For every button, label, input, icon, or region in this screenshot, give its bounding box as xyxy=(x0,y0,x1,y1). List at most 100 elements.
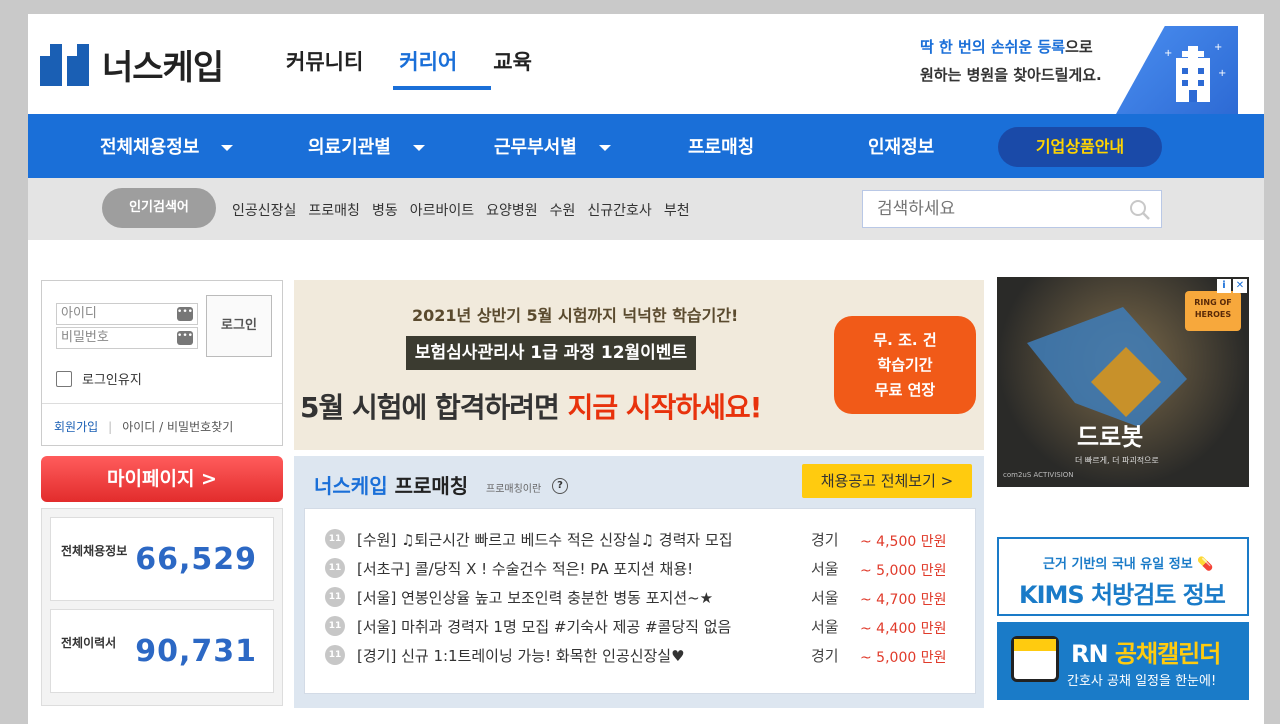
popular-keyword[interactable]: 수원 xyxy=(550,200,576,220)
kims-line1: 근거 기반의 국내 유일 정보 💊 xyxy=(1043,557,1214,572)
login-button[interactable]: 로그인 xyxy=(206,295,272,357)
promatching-info-link[interactable]: 프로매칭이란 xyxy=(486,480,541,495)
course-ad-banner[interactable]: 2021년 상반기 5월 시험까지 넉넉한 학습기간! 보험심사관리사 1급 과… xyxy=(294,280,984,450)
nav-talent[interactable]: 인재정보 xyxy=(868,114,934,178)
keyboard-icon[interactable]: ••• xyxy=(177,331,193,345)
logo-badge-icon: 11 xyxy=(325,587,345,607)
ad-line1: 2021년 상반기 5월 시험까지 넉넉한 학습기간! xyxy=(412,306,739,325)
chevron-down-icon xyxy=(412,145,425,151)
password-field[interactable]: 비밀번호 ••• xyxy=(56,327,198,349)
stat-value: 90,731 xyxy=(135,634,257,669)
ad-info-icon[interactable]: i xyxy=(1217,279,1231,293)
svg-text:+: + xyxy=(1214,42,1222,53)
mypage-button[interactable]: 마이페이지 > xyxy=(41,456,283,502)
logo-text: 너스케입 xyxy=(102,48,224,88)
ad-line3: 5월 시험에 합격하려면 지금 시작하세요! xyxy=(300,391,762,424)
job-row[interactable]: 11 [경기] 신규 1:1트레이닝 가능! 화목한 인공신장실♥ 경기 ~ 5… xyxy=(305,643,975,672)
popular-keywords-list: 인공신장실 프로매칭 병동 아르바이트 요양병원 수원 신규간호사 부천 xyxy=(232,200,702,220)
logo-badge-icon: 11 xyxy=(325,616,345,636)
job-salary: ~ 5,000 만원 xyxy=(860,563,947,579)
kims-line2: KIMS 처방검토 정보 xyxy=(1019,581,1226,609)
main-nav: 전체채용정보 의료기관별 근무부서별 프로매칭 인재정보 기업상품안내 xyxy=(28,114,1264,178)
calendar-icon xyxy=(1011,636,1059,682)
stat-label: 전체이력서 xyxy=(61,636,117,650)
tab-community[interactable]: 커뮤니티 xyxy=(268,44,381,90)
banner-line2: 원하는 병원을 찾아드릴게요. xyxy=(920,66,1102,84)
search-box xyxy=(862,190,1162,228)
job-title[interactable]: [서초구] 콜/당직 X ! 수술건수 적은! PA 포지션 채용! xyxy=(357,558,693,579)
checkbox-icon[interactable] xyxy=(56,370,72,387)
job-row[interactable]: 11 [서초구] 콜/당직 X ! 수술건수 적은! PA 포지션 채용! 서울… xyxy=(305,556,975,585)
login-links: 회원가입 | 아이디 / 비밀번호찾기 xyxy=(42,403,282,435)
view-all-jobs-button[interactable]: 채용공고 전체보기 > xyxy=(802,464,972,498)
stat-resumes[interactable]: 전체이력서 90,731 xyxy=(50,609,274,693)
search-bar-row: 인기검색어 인공신장실 프로매칭 병동 아르바이트 요양병원 수원 신규간호사 … xyxy=(28,178,1264,240)
job-row[interactable]: 11 [수원] ♫퇴근시간 빠르고 베드수 적은 신장실♫ 경력자 모집 경기 … xyxy=(305,527,975,556)
keyboard-icon[interactable]: ••• xyxy=(177,307,193,321)
stat-jobs[interactable]: 전체채용정보 66,529 xyxy=(50,517,274,601)
popular-keyword[interactable]: 신규간호사 xyxy=(587,200,651,220)
biz-products-button[interactable]: 기업상품안내 xyxy=(998,127,1162,167)
tab-career[interactable]: 커리어 xyxy=(381,44,492,90)
rn-line1: RN 공채캘린더 xyxy=(1071,640,1221,668)
page-frame: 너스케입 커뮤니티 커리어 교육 + + + 딱 한 번의 손쉬운 등록으로 원… xyxy=(28,14,1264,724)
search-icon[interactable] xyxy=(1129,199,1151,221)
game-ad[interactable]: RING OF HEROES 드로봇 더 빠르게, 더 파괴적으로 com2uS… xyxy=(997,277,1249,487)
job-location: 서울 xyxy=(811,618,839,636)
job-title[interactable]: [서울] 연봉인상율 높고 보조인력 충분한 병동 포지션~★ xyxy=(357,587,713,608)
nav-promatching[interactable]: 프로매칭 xyxy=(688,114,754,178)
chevron-down-icon xyxy=(598,145,611,151)
close-icon[interactable]: ✕ xyxy=(1233,279,1247,293)
job-location: 경기 xyxy=(811,647,839,665)
banner-line1: 딱 한 번의 손쉬운 등록으로 xyxy=(920,38,1093,56)
join-link[interactable]: 회원가입 xyxy=(54,420,98,434)
search-input[interactable] xyxy=(863,191,1123,227)
site-logo[interactable]: 너스케입 xyxy=(40,40,224,89)
stats-panel: 전체채용정보 66,529 전체이력서 90,731 xyxy=(41,508,283,706)
job-row[interactable]: 11 [서울] 연봉인상율 높고 보조인력 충분한 병동 포지션~★ 서울 ~ … xyxy=(305,585,975,614)
svg-text:+: + xyxy=(1218,68,1226,79)
logo-mark-icon xyxy=(40,43,92,86)
help-icon[interactable]: ? xyxy=(552,478,568,494)
pill-icon: 💊 xyxy=(1197,557,1214,572)
section-title: 너스케입 프로매칭 xyxy=(314,474,469,498)
game-ad-title: 드로봇 xyxy=(1077,423,1144,451)
job-list: 11 [수원] ♫퇴근시간 빠르고 베드수 적은 신장실♫ 경력자 모집 경기 … xyxy=(304,508,976,694)
popular-keyword[interactable]: 부천 xyxy=(664,200,690,220)
id-field[interactable]: 아이디 ••• xyxy=(56,303,198,325)
job-title[interactable]: [경기] 신규 1:1트레이닝 가능! 화목한 인공신장실♥ xyxy=(357,645,685,666)
game-ad-slogan: 더 빠르게, 더 파괴적으로 xyxy=(1075,456,1159,465)
job-location: 서울 xyxy=(811,589,839,607)
promatching-section: 너스케입 프로매칭 프로매칭이란 ? 채용공고 전체보기 > 11 [수원] ♫… xyxy=(294,456,984,708)
nav-by-department[interactable]: 근무부서별 xyxy=(494,114,611,178)
header-banner[interactable]: + + + 딱 한 번의 손쉬운 등록으로 원하는 병원을 찾아드릴게요. xyxy=(908,26,1238,114)
job-location: 서울 xyxy=(811,560,839,578)
logo-badge-icon: 11 xyxy=(325,558,345,578)
keep-login-checkbox[interactable]: 로그인유지 xyxy=(56,369,142,388)
popular-keyword[interactable]: 아르바이트 xyxy=(410,200,474,220)
job-title[interactable]: [수원] ♫퇴근시간 빠르고 베드수 적은 신장실♫ 경력자 모집 xyxy=(357,529,733,550)
popular-keyword[interactable]: 프로매칭 xyxy=(308,200,360,220)
job-salary: ~ 4,700 만원 xyxy=(860,592,947,608)
popular-keyword[interactable]: 요양병원 xyxy=(486,200,538,220)
game-logo: RING OF HEROES xyxy=(1185,291,1241,331)
kims-banner[interactable]: 근거 기반의 국내 유일 정보 💊 KIMS 처방검토 정보 xyxy=(997,537,1249,616)
job-title[interactable]: [서울] 마취과 경력자 1명 모집 #기숙사 제공 #콜당직 없음 xyxy=(357,616,731,637)
popular-keyword[interactable]: 병동 xyxy=(372,200,398,220)
tab-education[interactable]: 교육 xyxy=(475,44,550,90)
logo-badge-icon: 11 xyxy=(325,529,345,549)
popular-keyword[interactable]: 인공신장실 xyxy=(232,200,296,220)
ad-line2: 보험심사관리사 1급 과정 12월이벤트 xyxy=(406,336,696,370)
main-tabs: 커뮤니티 커리어 교육 xyxy=(268,44,550,90)
site-header: 너스케입 커뮤니티 커리어 교육 + + + 딱 한 번의 손쉬운 등록으로 원… xyxy=(28,14,1264,114)
logo-badge-icon: 11 xyxy=(325,645,345,665)
job-location: 경기 xyxy=(811,531,839,549)
find-account-link[interactable]: 아이디 / 비밀번호찾기 xyxy=(122,420,233,434)
job-salary: ~ 4,500 만원 xyxy=(860,534,947,550)
stat-value: 66,529 xyxy=(135,542,257,577)
stat-label: 전체채용정보 xyxy=(61,544,128,558)
nav-by-institution[interactable]: 의료기관별 xyxy=(308,114,425,178)
rn-calendar-banner[interactable]: RN 공채캘린더 간호사 공채 일정을 한눈에! xyxy=(997,622,1249,700)
nav-all-jobs[interactable]: 전체채용정보 xyxy=(100,114,234,178)
job-row[interactable]: 11 [서울] 마취과 경력자 1명 모집 #기숙사 제공 #콜당직 없음 서울… xyxy=(305,614,975,643)
